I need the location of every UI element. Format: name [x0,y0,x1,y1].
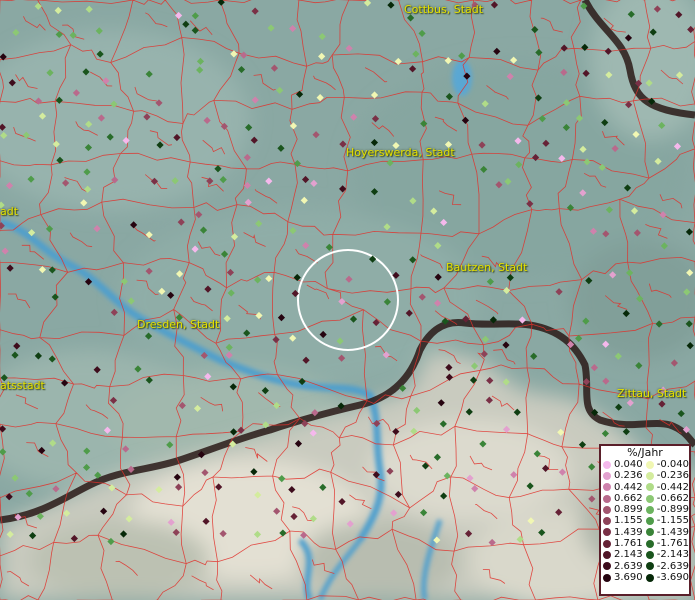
legend-value: -1.761 [656,538,689,550]
legend-swatch [645,483,654,492]
legend-title: %/Jahr [627,446,663,459]
city-label-dresden: Dresden, Stadt [137,318,220,331]
legend-entry: -0.236 [644,470,689,481]
legend-entry: 0.236 [601,470,644,481]
legend-entry: -1.155 [644,515,689,526]
city-label-hoyerswerda: Hoyerswerda, Stadt [346,146,455,159]
legend-entry: 1.155 [601,515,644,526]
legend-row: 1.155 -1.155 [601,515,689,526]
legend-swatch [603,471,611,480]
legend-swatch [603,460,611,469]
legend-value: -3.690 [656,571,689,583]
legend-value: -0.040 [656,459,689,470]
city-label-partial-west: atsstadt [0,379,45,392]
legend-value: 0.040 [614,459,643,470]
legend-swatch [645,517,654,526]
legend-value: -2.143 [656,549,689,561]
legend-value: 0.899 [614,504,643,516]
legend-row: 0.442 -0.442 [601,482,689,493]
city-label-zittau: Zittau, Stadt [617,387,687,400]
legend-entry: 1.439 [601,527,644,538]
legend-entry: -1.439 [644,527,689,538]
legend-value: -2.639 [656,560,689,572]
legend-value: -0.442 [656,481,689,493]
legend-row: 0.662 -0.662 [601,493,689,504]
legend-value: 2.143 [614,549,643,561]
legend-entry: 0.662 [601,493,644,504]
legend-swatch [603,494,611,503]
legend-entry: -0.899 [644,504,689,515]
legend-entry: 3.690 [601,572,644,583]
legend-swatch [603,539,611,548]
legend-swatch [603,528,611,537]
legend-entry: -1.761 [644,538,689,549]
legend-row: 1.761 -1.761 [601,538,689,549]
legend-entry: 1.761 [601,538,644,549]
legend-swatch [603,505,611,514]
city-label-bautzen: Bautzen, Stadt [446,261,528,274]
legend-swatch [645,562,654,571]
legend-swatch [603,551,611,560]
legend-swatch [645,505,654,514]
legend-value: -0.236 [656,470,689,482]
legend-swatch [603,517,611,526]
legend-row: 0.899 -0.899 [601,504,689,515]
legend-row: 0.040 -0.040 [601,459,689,470]
legend-swatch [603,573,611,582]
legend-swatch [645,471,654,480]
legend-row: 3.690 -3.690 [601,572,689,583]
legend-swatch [645,494,654,503]
legend-value: 1.155 [614,515,643,527]
legend-row: 1.439 -1.439 [601,527,689,538]
legend-rows: 0.040 -0.040 0.236 -0.236 0.442 -0.442 0.662 -0… [601,459,689,583]
legend-entry: 0.040 [601,459,644,470]
legend-value: 2.639 [614,560,643,572]
terrain-layer [0,0,695,600]
city-label-partial-nw: adt [0,205,19,218]
legend-value: 1.761 [614,538,643,550]
legend-entry: -0.040 [644,459,689,470]
legend-row: 2.639 -2.639 [601,561,689,572]
legend-entry: -2.143 [644,549,689,560]
legend-value: -1.439 [656,526,689,538]
legend-value: -0.662 [656,492,689,504]
legend-swatch [645,528,654,537]
legend-value: -1.155 [656,515,689,527]
legend-swatch [645,460,654,469]
legend-value: 0.662 [614,492,643,504]
legend-value: -0.899 [656,504,689,516]
legend-entry: -3.690 [644,572,689,583]
city-label-cottbus: Cottbus, Stadt [404,3,484,16]
legend-panel: %/Jahr 0.040 -0.040 0.236 -0.236 0.442 -0.442… [599,444,691,596]
legend-swatch [603,562,611,571]
legend-entry: -0.662 [644,493,689,504]
legend-value: 1.439 [614,526,643,538]
legend-swatch [645,539,654,548]
legend-entry: 0.899 [601,504,644,515]
legend-entry: -2.639 [644,561,689,572]
map-view[interactable]: Cottbus, Stadt Hoyerswerda, Stadt Bautze… [0,0,695,600]
legend-swatch [603,483,611,492]
legend-entry: 2.143 [601,549,644,560]
legend-entry: -0.442 [644,482,689,493]
legend-swatch [645,573,654,582]
legend-swatch [645,551,654,560]
legend-row: 0.236 -0.236 [601,470,689,481]
legend-value: 3.690 [614,571,643,583]
legend-value: 0.442 [614,481,643,493]
legend-entry: 2.639 [601,561,644,572]
legend-row: 2.143 -2.143 [601,549,689,560]
legend-entry: 0.442 [601,482,644,493]
legend-value: 0.236 [614,470,643,482]
